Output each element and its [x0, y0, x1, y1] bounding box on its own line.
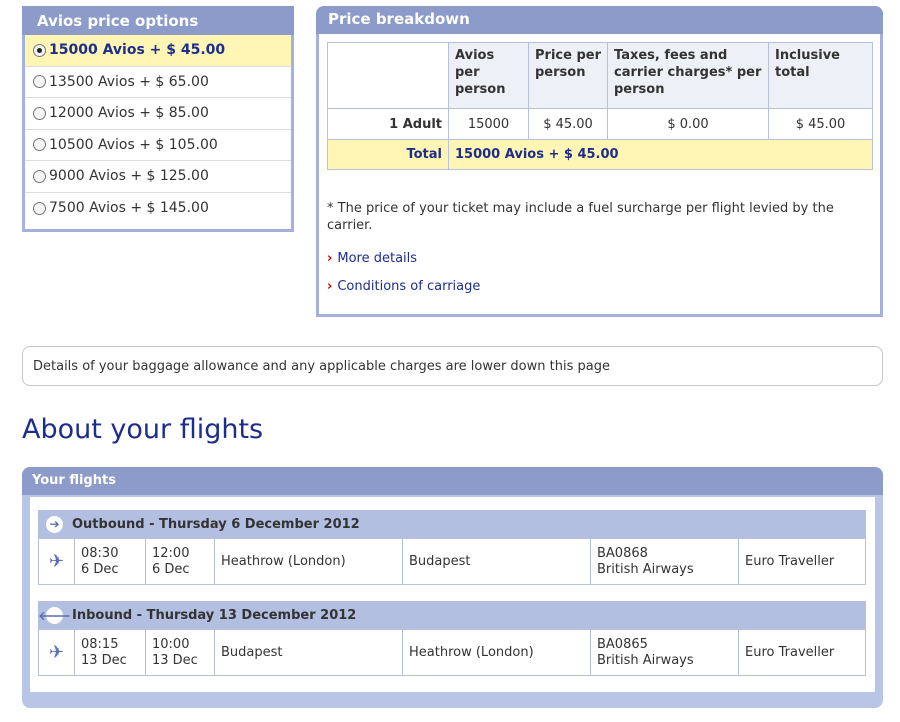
chevron-right-icon: › [327, 251, 333, 266]
avios-option-label: 13500 Avios + $ 65.00 [49, 73, 209, 90]
col-header-taxes: Taxes, fees and carrier charges* per per… [607, 42, 769, 109]
conditions-label[interactable]: Conditions of carriage [337, 279, 480, 294]
origin-airport: Heathrow (London) [214, 538, 403, 585]
inbound-heading-label: Inbound - Thursday 13 December 2012 [72, 607, 357, 623]
your-flights-panel: Your flights ➔ Outbound - Thursday 6 Dec… [22, 467, 883, 708]
radio-icon[interactable] [33, 169, 46, 183]
price-table: Avios per person Price per person Taxes,… [327, 42, 873, 170]
outbound-flight-table: ✈ 08:30 6 Dec 12:00 6 Dec Heathrow (Lond… [38, 538, 866, 585]
depart-date: 13 Dec [81, 652, 127, 668]
table-row: ✈ 08:15 13 Dec 10:00 13 Dec Budapest Hea… [38, 629, 866, 676]
more-details-link[interactable]: › More details [327, 251, 417, 266]
airline-name: British Airways [597, 561, 694, 577]
cabin-class: Euro Traveller [738, 629, 866, 676]
arrive-time: 12:00 [152, 545, 190, 561]
avios-option[interactable]: 12000 Avios + $ 85.00 [25, 98, 291, 130]
avios-price-options-panel: Avios price options 15000 Avios + $ 45.0… [22, 6, 294, 232]
arrive-date: 13 Dec [152, 652, 198, 668]
inclusive-total: $ 45.00 [768, 108, 873, 140]
price-per-person: $ 45.00 [528, 108, 608, 140]
total-row: Total 15000 Avios + $ 45.00 [327, 139, 873, 170]
radio-icon[interactable] [33, 106, 46, 120]
price-breakdown-title: Price breakdown [316, 6, 883, 34]
page-title: About your flights [22, 414, 264, 445]
depart-time: 08:30 [81, 545, 119, 561]
arrive-date: 6 Dec [152, 561, 190, 577]
avios-option-label: 15000 Avios + $ 45.00 [49, 42, 226, 59]
inbound-flight-table: ✈ 08:15 13 Dec 10:00 13 Dec Budapest Hea… [38, 629, 866, 676]
col-header-total: Inclusive total [768, 42, 873, 109]
arrow-left-icon: 🡐 [38, 606, 71, 624]
arrow-right-icon: ➔ [46, 515, 63, 533]
avios-option-label: 10500 Avios + $ 105.00 [49, 136, 218, 153]
destination-airport: Heathrow (London) [402, 629, 591, 676]
inbound-departure: 08:15 13 Dec [74, 629, 146, 676]
plane-icon: ✈ [38, 629, 75, 676]
cabin-class: Euro Traveller [738, 538, 866, 585]
avios-option[interactable]: 9000 Avios + $ 125.00 [25, 161, 291, 193]
total-label: Total [327, 139, 449, 170]
avios-option-label: 12000 Avios + $ 85.00 [49, 105, 209, 122]
inbound-heading: 🡐 Inbound - Thursday 13 December 2012 [38, 601, 866, 629]
origin-airport: Budapest [214, 629, 403, 676]
avios-option-label: 9000 Avios + $ 125.00 [49, 168, 209, 185]
table-row: 1 Adult 15000 $ 45.00 $ 0.00 $ 45.00 [327, 108, 873, 140]
arrive-time: 10:00 [152, 636, 190, 652]
flights-list: ➔ Outbound - Thursday 6 December 2012 ✈ … [30, 497, 875, 692]
avios-option[interactable]: 15000 Avios + $ 45.00 [25, 35, 291, 67]
price-breakdown-panel: Price breakdown Avios per person Price p… [316, 6, 883, 317]
baggage-notice: Details of your baggage allowance and an… [22, 346, 883, 386]
avios-option[interactable]: 10500 Avios + $ 105.00 [25, 130, 291, 161]
fuel-surcharge-note: * The price of your ticket may include a… [327, 201, 834, 233]
chevron-right-icon: › [327, 279, 333, 294]
radio-selected-icon[interactable] [33, 43, 46, 57]
avios-option[interactable]: 7500 Avios + $ 145.00 [25, 193, 291, 225]
conditions-of-carriage-link[interactable]: › Conditions of carriage [327, 279, 480, 294]
col-header-price: Price per person [528, 42, 608, 109]
your-flights-title: Your flights [22, 467, 883, 495]
flight-number: BA0865 British Airways [590, 629, 739, 676]
depart-time: 08:15 [81, 636, 119, 652]
avios-panel-title: Avios price options [22, 6, 294, 35]
taxes-per-person: $ 0.00 [607, 108, 769, 140]
avios-option[interactable]: 13500 Avios + $ 65.00 [25, 67, 291, 98]
outbound-heading-label: Outbound - Thursday 6 December 2012 [72, 516, 360, 532]
table-row: ✈ 08:30 6 Dec 12:00 6 Dec Heathrow (Lond… [38, 538, 866, 585]
depart-date: 6 Dec [81, 561, 119, 577]
total-value: 15000 Avios + $ 45.00 [448, 139, 873, 170]
passenger-label: 1 Adult [327, 108, 449, 140]
inbound-arrival: 10:00 13 Dec [145, 629, 215, 676]
more-details-label[interactable]: More details [337, 251, 417, 266]
outbound-departure: 08:30 6 Dec [74, 538, 146, 585]
destination-airport: Budapest [402, 538, 591, 585]
radio-icon[interactable] [33, 138, 46, 152]
flight-number: BA0868 British Airways [590, 538, 739, 585]
outbound-heading: ➔ Outbound - Thursday 6 December 2012 [38, 510, 866, 538]
avios-option-label: 7500 Avios + $ 145.00 [49, 200, 209, 217]
radio-icon[interactable] [33, 75, 46, 89]
outbound-arrival: 12:00 6 Dec [145, 538, 215, 585]
col-header-avios: Avios per person [448, 42, 529, 109]
plane-icon: ✈ [38, 538, 75, 585]
flight-code: BA0865 [597, 636, 648, 652]
avios-per-person: 15000 [448, 108, 529, 140]
flight-code: BA0868 [597, 545, 648, 561]
airline-name: British Airways [597, 652, 694, 668]
price-table-corner [327, 42, 449, 109]
radio-icon[interactable] [33, 201, 46, 215]
